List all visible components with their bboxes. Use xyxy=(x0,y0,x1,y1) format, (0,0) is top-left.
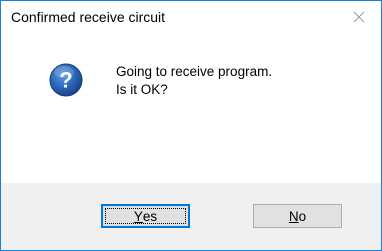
message-line-1: Going to receive program. xyxy=(116,64,273,79)
yes-label-rest: es xyxy=(142,208,158,224)
close-button[interactable] xyxy=(337,1,381,33)
question-icon: ? xyxy=(49,63,83,97)
close-icon xyxy=(353,11,365,23)
yes-button[interactable]: Yes xyxy=(101,204,190,228)
no-mnemonic: N xyxy=(288,208,299,224)
message-text: Going to receive program. Is it OK? xyxy=(116,63,272,99)
svg-text:?: ? xyxy=(59,68,72,93)
no-button[interactable]: No xyxy=(253,204,342,228)
message-area xyxy=(1,34,381,182)
yes-mnemonic: Y xyxy=(133,208,143,224)
window-title: Confirmed receive circuit xyxy=(11,9,166,25)
title-bar[interactable]: Confirmed receive circuit xyxy=(1,1,381,34)
message-line-2: Is it OK? xyxy=(116,82,168,97)
no-label-rest: o xyxy=(298,208,307,224)
confirm-dialog: Confirmed receive circuit ? Going to rec… xyxy=(0,0,382,251)
